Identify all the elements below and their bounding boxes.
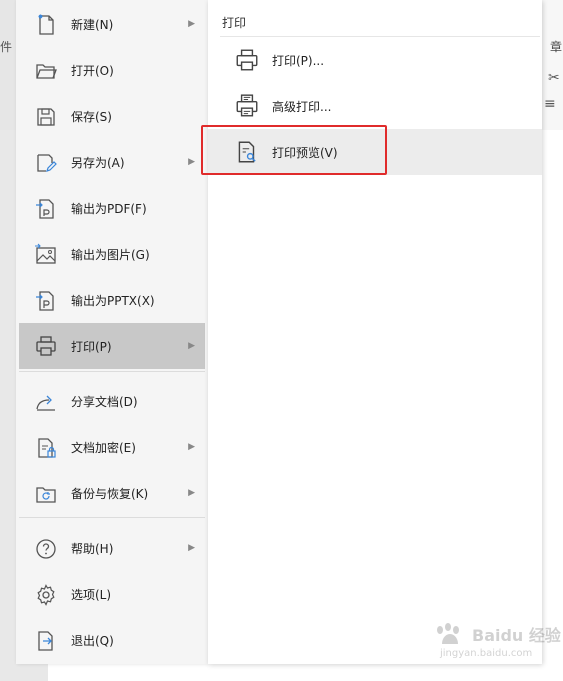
baidu-paw-logo (437, 623, 459, 644)
menu-item-label: 输出为图片(G) (71, 247, 150, 262)
watermark-url: jingyan.baidu.com (440, 648, 533, 659)
menu-item-label: 分享文档(D) (71, 394, 138, 409)
menu-item-label: 输出为PPTX(X) (71, 293, 155, 308)
print-submenu: 打印 打印(P)... 高级打印... 打印预览(V) (208, 0, 542, 664)
menu-item-open[interactable]: 打开(O) (19, 50, 205, 90)
menu-item-label: 退出(Q) (71, 633, 114, 648)
menu-item-export-pptx[interactable]: 输出为PPTX(X) (19, 280, 205, 320)
chevron-right-icon: ▶ (188, 19, 195, 29)
save-icon (33, 104, 59, 130)
menu-item-backup[interactable]: 备份与恢复(K) ▶ (19, 473, 205, 513)
chevron-right-icon: ▶ (188, 488, 195, 498)
submenu-item-print[interactable]: 打印(P)... (208, 37, 542, 83)
help-icon (33, 536, 59, 562)
menu-item-help[interactable]: 帮助(H) ▶ (19, 528, 205, 568)
menu-divider (19, 371, 205, 372)
menu-item-label: 备份与恢复(K) (71, 486, 149, 501)
export-pdf-icon (33, 196, 59, 222)
gear-icon (33, 582, 59, 608)
menu-item-exit[interactable]: 退出(Q) (19, 620, 205, 660)
submenu-title: 打印 (222, 16, 247, 30)
menu-item-label: 帮助(H) (71, 541, 114, 556)
chevron-right-icon: ▶ (188, 442, 195, 452)
menu-item-encrypt[interactable]: 文档加密(E) ▶ (19, 427, 205, 467)
align-icon[interactable]: ≡ (544, 96, 556, 112)
cut-icon[interactable]: ✂ (548, 70, 560, 86)
save-as-icon (33, 150, 59, 176)
menu-item-label: 保存(S) (71, 109, 112, 124)
menu-item-label: 选项(L) (71, 587, 112, 602)
menu-item-label: 打开(O) (71, 63, 114, 78)
highlight-annotation-box (201, 125, 387, 175)
submenu-item-advanced-print[interactable]: 高级打印... (208, 83, 542, 129)
export-image-icon (33, 242, 59, 268)
printer-icon (33, 333, 59, 359)
menu-item-label: 打印(P) (71, 339, 112, 354)
advanced-print-icon (234, 93, 260, 119)
ribbon-tab-fragment[interactable]: 件 (0, 38, 12, 55)
printer-icon (234, 47, 260, 73)
menu-item-save-as[interactable]: 另存为(A) ▶ (19, 142, 205, 182)
menu-item-export-image[interactable]: 输出为图片(G) (19, 234, 205, 274)
new-file-icon (33, 12, 59, 38)
export-pptx-icon (33, 288, 59, 314)
menu-item-label: 另存为(A) (71, 155, 125, 170)
menu-item-export-pdf[interactable]: 输出为PDF(F) (19, 188, 205, 228)
chevron-right-icon: ▶ (188, 157, 195, 167)
menu-divider (19, 517, 205, 518)
watermark-title: Baidu 经验 (472, 626, 561, 645)
menu-item-options[interactable]: 选项(L) (19, 574, 205, 614)
exit-icon (33, 628, 59, 654)
menu-item-print[interactable]: 打印(P) ▶ (19, 323, 205, 369)
submenu-item-label: 高级打印... (272, 100, 332, 114)
encrypt-doc-icon (33, 435, 59, 461)
menu-item-label: 新建(N) (71, 17, 114, 32)
menu-item-new[interactable]: 新建(N) ▶ (19, 4, 205, 44)
chevron-right-icon: ▶ (188, 341, 195, 351)
folder-open-icon (33, 58, 59, 84)
menu-item-save[interactable]: 保存(S) (19, 96, 205, 136)
menu-item-label: 文档加密(E) (71, 440, 136, 455)
backup-icon (33, 481, 59, 507)
menu-item-label: 输出为PDF(F) (71, 201, 147, 216)
chevron-right-icon: ▶ (188, 543, 195, 553)
ribbon-tab-fragment-right[interactable]: 章 (550, 38, 562, 55)
menu-item-share[interactable]: 分享文档(D) (19, 381, 205, 421)
share-icon (33, 389, 59, 415)
file-menu: 新建(N) ▶ 打开(O) 保存(S) 另存为(A) ▶ 输出为PDF(F) 输… (16, 0, 208, 664)
submenu-item-label: 打印(P)... (272, 54, 325, 68)
